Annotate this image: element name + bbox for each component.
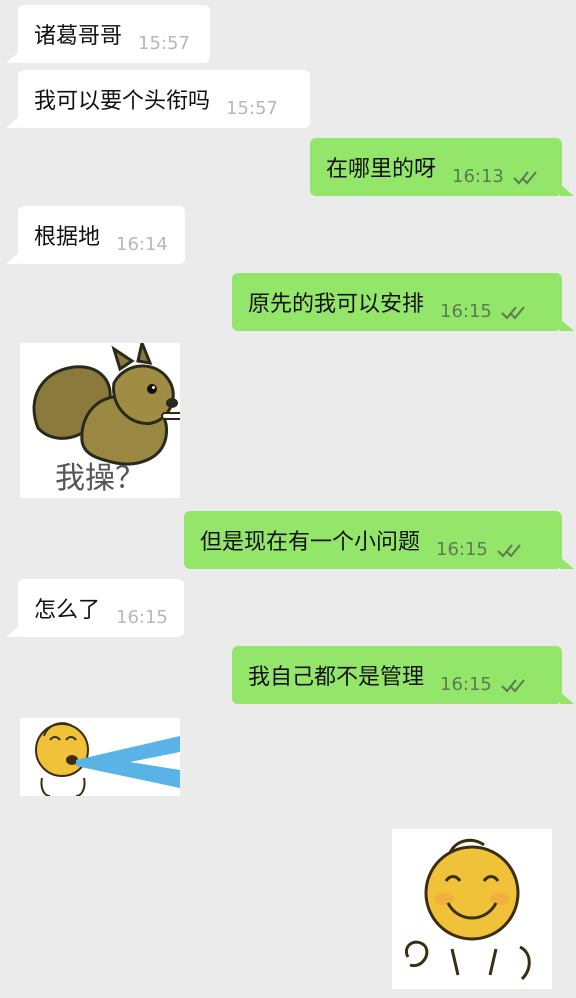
smiling-emoji-icon bbox=[392, 829, 552, 989]
message-text: 我自己都不是管理 bbox=[248, 665, 425, 690]
spitting-emoji-icon bbox=[20, 718, 180, 796]
double-check-icon bbox=[501, 679, 525, 693]
message-text: 根据地 bbox=[34, 225, 101, 250]
double-check-icon bbox=[501, 306, 525, 320]
message-time: 16:15 bbox=[436, 538, 488, 560]
squirrel-sticker[interactable]: 我操？ bbox=[20, 343, 180, 498]
outgoing-message[interactable]: 但是现在有一个小问题 16:15 bbox=[184, 511, 574, 569]
message-time: 15:57 bbox=[138, 32, 190, 54]
incoming-message[interactable]: 怎么了 16:15 bbox=[6, 579, 184, 637]
message-time: 16:15 bbox=[116, 606, 168, 628]
spitting-emoji-sticker[interactable] bbox=[20, 718, 180, 796]
outgoing-message[interactable]: 我自己都不是管理 16:15 bbox=[232, 646, 574, 704]
double-check-icon bbox=[513, 171, 537, 185]
message-time: 15:57 bbox=[226, 97, 278, 119]
outgoing-message[interactable]: 原先的我可以安排 16:15 bbox=[232, 273, 574, 331]
message-time: 16:14 bbox=[116, 233, 168, 255]
squirrel-icon: 我操？ bbox=[20, 343, 180, 498]
outgoing-message[interactable]: 在哪里的呀 16:13 bbox=[310, 138, 574, 196]
message-text: 但是现在有一个小问题 bbox=[200, 530, 421, 555]
message-text: 原先的我可以安排 bbox=[248, 292, 425, 317]
double-check-icon bbox=[497, 544, 521, 558]
sticker-caption: 我操？ bbox=[55, 461, 145, 496]
message-text: 怎么了 bbox=[34, 598, 101, 623]
message-time: 16:15 bbox=[440, 673, 492, 695]
incoming-message[interactable]: 诸葛哥哥 15:57 bbox=[6, 5, 210, 63]
message-text: 在哪里的呀 bbox=[326, 157, 437, 182]
incoming-message[interactable]: 我可以要个头衔吗 15:57 bbox=[6, 70, 310, 128]
smiling-emoji-sticker[interactable] bbox=[392, 829, 552, 989]
message-text: 我可以要个头衔吗 bbox=[34, 89, 211, 114]
message-time: 16:13 bbox=[452, 165, 504, 187]
incoming-message[interactable]: 根据地 16:14 bbox=[6, 206, 185, 264]
chat-thread: 诸葛哥哥 15:57 我可以要个头衔吗 15:57 在哪里的呀 16:13 根据… bbox=[0, 0, 576, 998]
message-time: 16:15 bbox=[440, 300, 492, 322]
message-text: 诸葛哥哥 bbox=[34, 24, 123, 49]
